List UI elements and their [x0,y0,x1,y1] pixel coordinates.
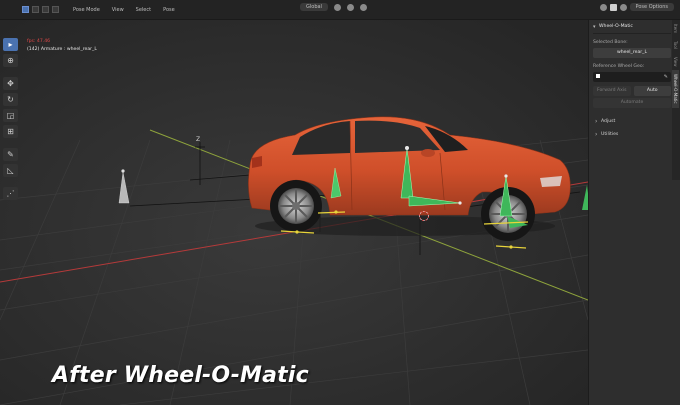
relax-tool-icon[interactable]: ⋰ [3,187,18,200]
overlay-icon[interactable] [599,3,607,11]
select-subtract-icon[interactable] [42,6,49,13]
menu-select[interactable]: Select [136,7,151,13]
z-axis-label: Z [196,136,200,143]
sidebar-panel: Wheel-O-Matic Selected Bone: wheel_rear_… [588,20,680,405]
sidebar-tabs: Item Tool View Wheel-O-Matic [672,20,680,180]
eyedropper-icon[interactable]: ✎ [664,72,668,82]
header-right: Pose Options [599,3,674,11]
select-box-icon[interactable] [22,6,29,13]
header-bar: Pose Mode View Select Pose Global Pose O… [0,0,680,20]
fps-readout: fps: 47.46 [27,39,51,44]
tab-wheel-o-matic[interactable]: Wheel-O-Matic [672,70,679,108]
measure-tool-icon[interactable]: ◺ [3,164,18,177]
select-tool-icon[interactable]: ▸ [3,38,18,51]
mode-buttons [0,6,59,13]
pose-options-button[interactable]: Pose Options [629,3,674,11]
transform-orientation-dropdown[interactable]: Global [300,3,328,11]
rotate-tool-icon[interactable]: ↻ [3,93,18,106]
viewport-scene: Z [0,20,588,405]
forward-axis-dropdown[interactable]: Auto [633,86,671,96]
reference-geo-label: Reference Wheel Geo: [593,64,645,69]
bone-left-head[interactable] [121,169,125,173]
adjust-subpanel[interactable]: Adjust [593,116,671,127]
transform-controls: Global [300,3,367,11]
transform-tool-icon[interactable]: ⊞ [3,125,18,138]
annotate-tool-icon[interactable]: ✎ [3,148,18,161]
taillight [252,156,262,168]
shading-solid-icon[interactable] [609,3,617,11]
tool-shelf: ▸ ⊕ ✥ ↻ ◲ ⊞ ✎ ◺ ⋰ [3,38,18,200]
forward-axis-label: Forward Axis [593,86,631,96]
3d-viewport[interactable]: Z fps: 47.46 (142) Armature: wheel_rear… [0,20,588,405]
move-tool-icon[interactable]: ✥ [3,77,18,90]
tab-tool[interactable]: Tool [672,37,679,53]
menu-pose[interactable]: Pose [163,7,175,13]
shading-material-icon[interactable] [619,3,627,11]
select-invert-icon[interactable] [52,6,59,13]
reference-geo-field[interactable]: ✎ [593,72,671,82]
scale-tool-icon[interactable]: ◲ [3,109,18,122]
active-object-label: (142) Armature : wheel_rear_L [27,47,97,52]
pivot-icon[interactable] [333,3,341,11]
cursor-tool-icon[interactable]: ⊕ [3,54,18,67]
select-extend-icon[interactable] [32,6,39,13]
forward-axis-row: Forward Axis Auto [593,84,671,96]
wheel-o-matic-panel: Wheel-O-Matic Selected Bone: wheel_rear_… [593,20,671,140]
header-menus: Pose Mode View Select Pose [73,7,175,13]
viewport-info: fps: 47.46 (142) Armature : wheel_rear_L [27,38,97,54]
selected-bone-field[interactable]: wheel_rear_L [593,48,671,58]
menu-view[interactable]: View [112,7,124,13]
video-caption: After Wheel-O-Matic [52,363,309,388]
selected-bone-label: Selected Bone: [593,40,628,45]
mode-dropdown[interactable]: Pose Mode [73,7,100,13]
panel-header[interactable]: Wheel-O-Matic [593,20,671,34]
wheel-rear[interactable] [270,180,322,232]
tab-view[interactable]: View [672,53,679,71]
snap-icon[interactable] [346,3,354,11]
tab-item[interactable]: Item [672,20,679,37]
proportional-icon[interactable] [359,3,367,11]
mesh-icon [596,73,600,78]
side-mirror [421,149,435,157]
utilities-subpanel[interactable]: Utilities [593,129,671,140]
automate-button[interactable]: Automate [593,98,671,108]
